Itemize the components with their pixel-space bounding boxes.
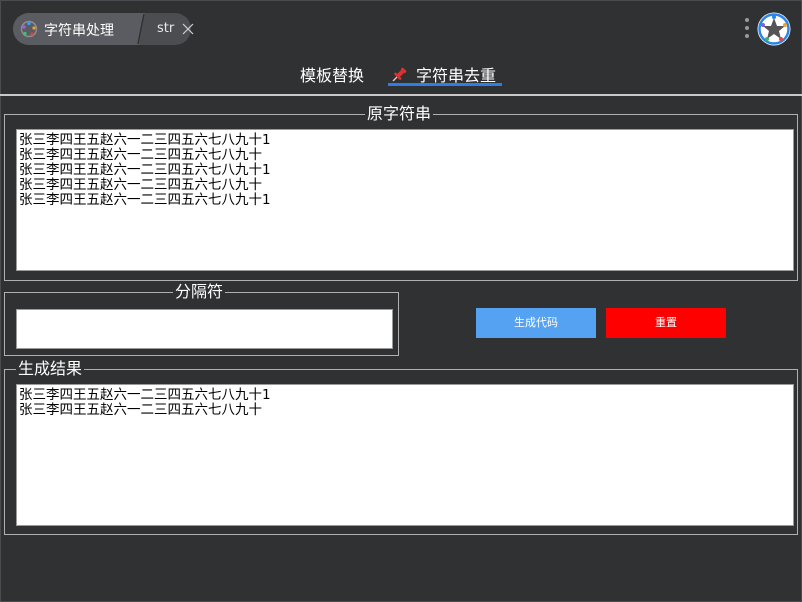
app-tab-pill[interactable]: 字符串处理 str xyxy=(13,13,194,45)
source-string-legend: 原字符串 xyxy=(365,104,434,124)
generate-code-button[interactable]: 生成代码 xyxy=(476,308,596,338)
more-vertical-icon[interactable] xyxy=(744,17,750,39)
active-tab-indicator xyxy=(388,83,502,86)
pin-icon xyxy=(392,67,407,82)
separator-legend: 分隔符 xyxy=(173,282,226,302)
tab-divider xyxy=(0,94,802,96)
result-group: 生成结果 张三李四王五赵六一二三四五六七八九十1 张三李四王五赵六一二三四五六七… xyxy=(4,359,798,535)
sub-tab-label[interactable]: str xyxy=(157,21,174,36)
source-string-textarea[interactable]: 张三李四王五赵六一二三四五六七八九十1 张三李四王五赵六一二三四五六七八九十 张… xyxy=(16,129,794,271)
result-textarea[interactable]: 张三李四王五赵六一二三四五六七八九十1 张三李四王五赵六一二三四五六七八九十 xyxy=(16,384,794,526)
separator-group: 分隔符 xyxy=(4,282,399,356)
result-legend: 生成结果 xyxy=(16,359,85,379)
tab-template-replace[interactable]: 模板替换 xyxy=(300,62,364,86)
app-title: 字符串处理 xyxy=(44,23,114,39)
source-string-group: 原字符串 张三李四王五赵六一二三四五六七八九十1 张三李四王五赵六一二三四五六七… xyxy=(4,104,798,281)
app-logo-icon xyxy=(20,20,38,38)
tab-separator xyxy=(131,13,145,45)
app-badge-icon[interactable] xyxy=(756,11,792,47)
tab-label: 模板替换 xyxy=(300,66,365,85)
app-tab[interactable]: 字符串处理 xyxy=(13,13,137,45)
separator-input[interactable] xyxy=(16,309,393,349)
close-icon[interactable] xyxy=(182,23,194,35)
reset-button[interactable]: 重置 xyxy=(606,308,726,338)
